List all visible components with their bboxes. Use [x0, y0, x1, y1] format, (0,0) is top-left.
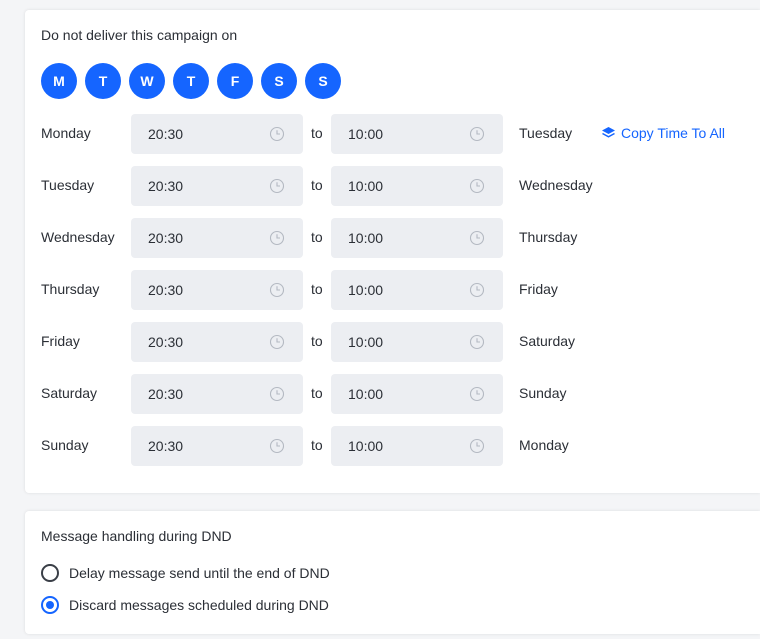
to-label: to: [311, 333, 323, 349]
schedule-row-friday: Friday 20:30 to 10:00 Saturday: [25, 322, 760, 362]
dnd-section-title: Do not deliver this campaign on: [41, 27, 238, 43]
clock-icon: [269, 282, 285, 298]
day-chip-wednesday[interactable]: W: [129, 63, 165, 99]
from-time-value: 20:30: [148, 178, 184, 194]
to-time-value: 10:00: [348, 282, 384, 298]
clock-icon: [469, 334, 485, 350]
copy-time-to-all-label: Copy Time To All: [621, 125, 726, 141]
schedule-row-monday: Monday 20:30 to 10:00 Tuesday Copy Time …: [25, 114, 760, 154]
schedule-row-tuesday: Tuesday 20:30 to 10:00 Wednesday: [25, 166, 760, 206]
next-day-label: Sunday: [519, 385, 567, 401]
to-time-value: 10:00: [348, 386, 384, 402]
radio-label: Delay message send until the end of DND: [69, 565, 330, 581]
discard-message-option[interactable]: Discard messages scheduled during DND: [41, 596, 329, 614]
to-time-input[interactable]: 10:00: [331, 270, 503, 310]
next-day-label: Monday: [519, 437, 569, 453]
to-time-value: 10:00: [348, 438, 384, 454]
day-chip-sunday[interactable]: S: [305, 63, 341, 99]
from-time-value: 20:30: [148, 438, 184, 454]
to-time-input[interactable]: 10:00: [331, 166, 503, 206]
next-day-label: Saturday: [519, 333, 576, 349]
day-selector: M T W T F S S: [41, 63, 349, 99]
day-chip-saturday[interactable]: S: [261, 63, 297, 99]
from-time-input[interactable]: 20:30: [131, 218, 303, 258]
clock-icon: [469, 386, 485, 402]
to-label: to: [311, 385, 323, 401]
to-time-value: 10:00: [348, 230, 384, 246]
from-time-input[interactable]: 20:30: [131, 114, 303, 154]
day-chip-thursday[interactable]: T: [173, 63, 209, 99]
day-label: Tuesday: [41, 177, 95, 193]
from-time-input[interactable]: 20:30: [131, 426, 303, 466]
to-time-value: 10:00: [348, 178, 384, 194]
from-time-value: 20:30: [148, 282, 184, 298]
schedule-row-saturday: Saturday 20:30 to 10:00 Sunday: [25, 374, 760, 414]
day-label: Thursday: [41, 281, 100, 297]
to-time-input[interactable]: 10:00: [331, 218, 503, 258]
to-label: to: [311, 125, 323, 141]
clock-icon: [269, 334, 285, 350]
delay-message-option[interactable]: Delay message send until the end of DND: [41, 564, 330, 582]
to-time-value: 10:00: [348, 126, 384, 142]
radio-unchecked[interactable]: [41, 564, 59, 582]
day-label: Wednesday: [41, 229, 115, 245]
schedule-row-sunday: Sunday 20:30 to 10:00 Monday: [25, 426, 760, 466]
from-time-input[interactable]: 20:30: [131, 270, 303, 310]
to-time-input[interactable]: 10:00: [331, 322, 503, 362]
copy-time-to-all-link[interactable]: Copy Time To All: [601, 125, 725, 141]
dnd-schedule-card: Do not deliver this campaign on M T W T …: [25, 10, 760, 493]
radio-label: Discard messages scheduled during DND: [69, 597, 329, 613]
clock-icon: [269, 178, 285, 194]
from-time-value: 20:30: [148, 334, 184, 350]
next-day-label: Friday: [519, 281, 558, 297]
from-time-value: 20:30: [148, 126, 184, 142]
dnd-message-handling-card: Message handling during DND Delay messag…: [25, 511, 760, 634]
clock-icon: [269, 386, 285, 402]
schedule-row-wednesday: Wednesday 20:30 to 10:00 Thursday: [25, 218, 760, 258]
day-chip-monday[interactable]: M: [41, 63, 77, 99]
clock-icon: [469, 178, 485, 194]
from-time-input[interactable]: 20:30: [131, 166, 303, 206]
day-label: Monday: [41, 125, 91, 141]
from-time-value: 20:30: [148, 230, 184, 246]
to-label: to: [311, 229, 323, 245]
to-label: to: [311, 281, 323, 297]
clock-icon: [469, 126, 485, 142]
day-label: Friday: [41, 333, 80, 349]
to-time-input[interactable]: 10:00: [331, 374, 503, 414]
to-label: to: [311, 437, 323, 453]
to-time-input[interactable]: 10:00: [331, 114, 503, 154]
clock-icon: [269, 126, 285, 142]
day-chip-tuesday[interactable]: T: [85, 63, 121, 99]
radio-checked[interactable]: [41, 596, 59, 614]
clock-icon: [269, 230, 285, 246]
clock-icon: [269, 438, 285, 454]
to-label: to: [311, 177, 323, 193]
next-day-label: Wednesday: [519, 177, 593, 193]
next-day-label: Thursday: [519, 229, 578, 245]
from-time-input[interactable]: 20:30: [131, 374, 303, 414]
from-time-input[interactable]: 20:30: [131, 322, 303, 362]
schedule-row-thursday: Thursday 20:30 to 10:00 Friday: [25, 270, 760, 310]
handling-section-title: Message handling during DND: [41, 528, 232, 544]
clock-icon: [469, 438, 485, 454]
layers-icon: [602, 127, 615, 138]
to-time-input[interactable]: 10:00: [331, 426, 503, 466]
day-label: Sunday: [41, 437, 89, 453]
clock-icon: [469, 230, 485, 246]
day-chip-friday[interactable]: F: [217, 63, 253, 99]
day-label: Saturday: [41, 385, 98, 401]
clock-icon: [469, 282, 485, 298]
next-day-label: Tuesday: [519, 125, 573, 141]
from-time-value: 20:30: [148, 386, 184, 402]
to-time-value: 10:00: [348, 334, 384, 350]
